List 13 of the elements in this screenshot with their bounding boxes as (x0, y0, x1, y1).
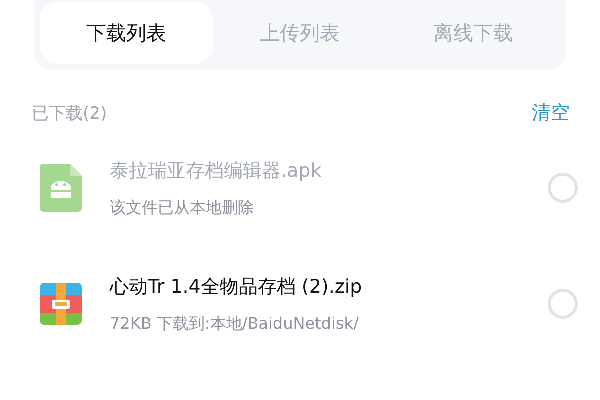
select-radio[interactable] (548, 173, 578, 203)
section-title: 已下载(2) (32, 102, 108, 124)
archive-icon (40, 283, 82, 325)
file-detail: 72KB 下载到:本地/BaiduNetdisk/ (110, 314, 360, 334)
select-radio[interactable] (548, 289, 578, 319)
tab[interactable]: 下载列表 (40, 2, 214, 64)
tab[interactable]: 离线下载 (386, 2, 560, 64)
file-name: 心动Tr 1.4全物品存档 (2).zip (110, 274, 364, 300)
clear-link[interactable]: 清空 (532, 100, 570, 126)
tab[interactable]: 上传列表 (213, 2, 387, 64)
android-file-icon (40, 164, 82, 212)
file-name: 泰拉瑞亚存档编辑器.apk (110, 158, 323, 184)
file-detail: 该文件已从本地删除 (110, 198, 255, 218)
